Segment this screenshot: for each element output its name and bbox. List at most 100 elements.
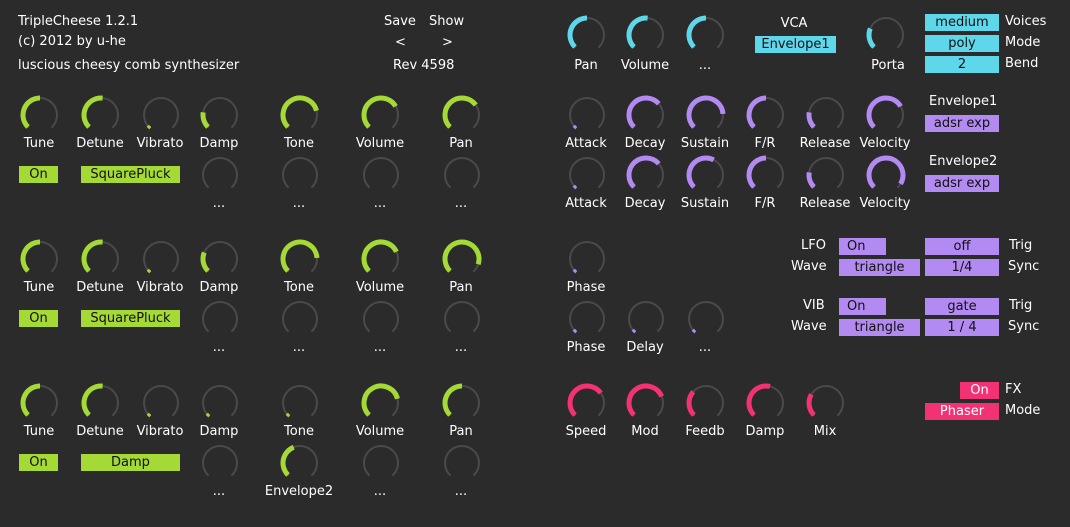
comb2-pan-label: Pan bbox=[449, 280, 473, 295]
comb1-detune-knob[interactable] bbox=[81, 95, 121, 135]
save-button[interactable]: Save bbox=[384, 14, 416, 29]
comb2-damp-knob[interactable] bbox=[200, 239, 240, 279]
comb3-vibrato-knob[interactable] bbox=[141, 383, 181, 423]
comb2-detune-knob[interactable] bbox=[81, 239, 121, 279]
env2-attack-knob[interactable] bbox=[567, 155, 607, 195]
show-button[interactable]: Show bbox=[429, 14, 464, 29]
vib-phase-knob[interactable] bbox=[567, 299, 607, 339]
env1-velocity-knob[interactable] bbox=[866, 95, 906, 135]
comb1-extra-knob-2[interactable] bbox=[280, 155, 320, 195]
fx-damp-knob[interactable] bbox=[746, 383, 786, 423]
comb1-extra-knob-3[interactable] bbox=[361, 155, 401, 195]
env2-velocity-knob[interactable] bbox=[866, 155, 906, 195]
porta-knob[interactable] bbox=[866, 15, 906, 55]
vib-sync-label: Sync bbox=[1008, 319, 1040, 334]
fx-on-toggle[interactable]: On bbox=[960, 382, 999, 399]
vib-wave-selector[interactable]: triangle bbox=[839, 319, 920, 336]
fx-mix-label: Mix bbox=[813, 424, 837, 439]
comb2-extra-label-1: ... bbox=[212, 340, 226, 355]
comb3-tone-knob[interactable] bbox=[280, 383, 320, 423]
comb2-volume-knob[interactable] bbox=[361, 239, 401, 279]
voices-selector[interactable]: medium bbox=[925, 14, 999, 31]
bend-selector[interactable]: 2 bbox=[925, 56, 999, 73]
comb3-extra-knob-1[interactable] bbox=[200, 443, 240, 483]
env1-mode-selector[interactable]: adsr exp bbox=[925, 115, 999, 132]
comb2-extra-knob-1[interactable] bbox=[200, 299, 240, 339]
comb3-pan-knob[interactable] bbox=[442, 383, 482, 423]
comb3-envelope2-knob[interactable] bbox=[280, 443, 320, 483]
env1-title: Envelope1 bbox=[929, 94, 998, 109]
env1-sustain-knob[interactable] bbox=[686, 95, 726, 135]
comb1-volume-knob[interactable] bbox=[361, 95, 401, 135]
lfo-trig-label: Trig bbox=[1009, 238, 1033, 253]
comb1-model-selector[interactable]: SquarePluck bbox=[81, 166, 180, 183]
env1-attack-knob[interactable] bbox=[567, 95, 607, 135]
env2-title: Envelope2 bbox=[929, 154, 998, 169]
comb3-tune-knob[interactable] bbox=[20, 383, 60, 423]
voices-label: Voices bbox=[1005, 14, 1047, 29]
comb3-extra-label-3: ... bbox=[373, 484, 387, 499]
comb3-volume-knob[interactable] bbox=[361, 383, 401, 423]
comb3-detune-knob[interactable] bbox=[81, 383, 121, 423]
vib-on-toggle[interactable]: On bbox=[839, 298, 886, 315]
comb1-damp-knob[interactable] bbox=[200, 95, 240, 135]
env2-mode-selector[interactable]: adsr exp bbox=[925, 175, 999, 192]
fx-feedb-knob[interactable] bbox=[686, 383, 726, 423]
comb2-pan-knob[interactable] bbox=[442, 239, 482, 279]
fx-speed-knob[interactable] bbox=[567, 383, 607, 423]
env2-release-knob[interactable] bbox=[806, 155, 846, 195]
env2-sustain-knob[interactable] bbox=[686, 155, 726, 195]
comb1-on-toggle[interactable]: On bbox=[19, 166, 58, 183]
env1-release-knob[interactable] bbox=[806, 95, 846, 135]
comb2-tone-label: Tone bbox=[284, 280, 314, 295]
comb3-extra-knob-4[interactable] bbox=[442, 443, 482, 483]
vib-wave-label: Wave bbox=[791, 319, 827, 334]
vib-sync-selector[interactable]: 1 / 4 bbox=[925, 319, 999, 336]
vca-source-selector[interactable]: Envelope1 bbox=[755, 36, 836, 53]
lfo-wave-selector[interactable]: triangle bbox=[839, 259, 920, 276]
comb3-damp-knob[interactable] bbox=[200, 383, 240, 423]
vca-title: VCA bbox=[780, 16, 808, 31]
comb3-extra-knob-3[interactable] bbox=[361, 443, 401, 483]
comb2-model-selector[interactable]: SquarePluck bbox=[81, 310, 180, 327]
env1-decay-knob[interactable] bbox=[626, 95, 666, 135]
env2-decay-knob[interactable] bbox=[626, 155, 666, 195]
lfo-phase-knob[interactable] bbox=[567, 239, 607, 279]
comb2-extra-knob-3[interactable] bbox=[361, 299, 401, 339]
next-preset-button[interactable]: > bbox=[442, 35, 453, 50]
lfo-on-toggle[interactable]: On bbox=[839, 238, 886, 255]
vca-pan-knob[interactable] bbox=[567, 15, 607, 55]
comb2-tune-knob[interactable] bbox=[20, 239, 60, 279]
comb1-pan-knob[interactable] bbox=[442, 95, 482, 135]
comb3-envelope2-label: Envelope2 bbox=[264, 484, 334, 499]
vca-volume-knob[interactable] bbox=[626, 15, 666, 55]
comb3-on-toggle[interactable]: On bbox=[19, 454, 58, 471]
comb2-damp-label: Damp bbox=[199, 280, 239, 295]
vib-delay-knob[interactable] bbox=[626, 299, 666, 339]
comb1-tune-knob[interactable] bbox=[20, 95, 60, 135]
comb1-volume-label: Volume bbox=[355, 136, 405, 151]
prev-preset-button[interactable]: < bbox=[395, 35, 406, 50]
comb2-vibrato-knob[interactable] bbox=[141, 239, 181, 279]
comb1-tone-knob[interactable] bbox=[280, 95, 320, 135]
comb2-extra-knob-4[interactable] bbox=[442, 299, 482, 339]
env2-fr-knob[interactable] bbox=[746, 155, 786, 195]
fx-mod-knob[interactable] bbox=[626, 383, 666, 423]
comb2-tone-knob[interactable] bbox=[280, 239, 320, 279]
comb1-vibrato-knob[interactable] bbox=[141, 95, 181, 135]
fx-mode-selector[interactable]: Phaser bbox=[925, 403, 999, 420]
vib-extra-knob[interactable] bbox=[686, 299, 726, 339]
comb3-model-selector[interactable]: Damp bbox=[81, 454, 180, 471]
comb3-damp-label: Damp bbox=[199, 424, 239, 439]
env1-fr-knob[interactable] bbox=[746, 95, 786, 135]
vca-extra-knob[interactable] bbox=[686, 15, 726, 55]
fx-mix-knob[interactable] bbox=[806, 383, 846, 423]
mode-selector[interactable]: poly bbox=[925, 35, 999, 52]
lfo-trig-selector[interactable]: off bbox=[925, 238, 999, 255]
comb2-on-toggle[interactable]: On bbox=[19, 310, 58, 327]
lfo-sync-selector[interactable]: 1/4 bbox=[925, 259, 999, 276]
comb1-extra-knob-4[interactable] bbox=[442, 155, 482, 195]
comb1-extra-knob-1[interactable] bbox=[200, 155, 240, 195]
vib-trig-selector[interactable]: gate bbox=[925, 298, 999, 315]
comb2-extra-knob-2[interactable] bbox=[280, 299, 320, 339]
